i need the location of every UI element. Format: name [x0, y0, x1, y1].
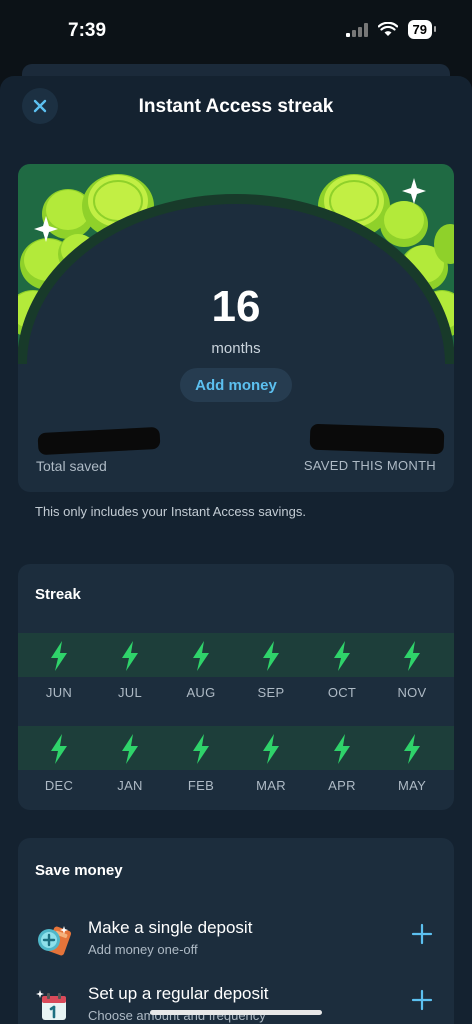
- battery-indicator: 79: [407, 20, 437, 39]
- month-label: AUG: [186, 685, 216, 700]
- lightning-bolt-icon: [334, 734, 350, 764]
- page-title: Instant Access streak: [138, 96, 334, 117]
- month-cell: FEB: [165, 726, 237, 810]
- total-saved-label: Total saved: [36, 458, 107, 474]
- streak-unit: months: [211, 340, 261, 357]
- month-label: APR: [328, 778, 356, 793]
- regular-deposit-option[interactable]: Set up a regular deposit Choose amount a…: [18, 978, 454, 1024]
- cellular-signal-icon: [345, 22, 368, 37]
- month-row: DEC JAN FEB MAR APR MAY: [18, 726, 454, 810]
- month-label: DEC: [44, 778, 74, 793]
- month-cell: JAN: [94, 726, 166, 810]
- month-cell: APR: [306, 726, 378, 810]
- home-indicator[interactable]: [150, 1010, 322, 1015]
- option-subtitle: Add money one-off: [88, 942, 198, 957]
- add-money-button[interactable]: Add money: [180, 368, 292, 402]
- status-icons: 79: [345, 20, 437, 39]
- coins-arch-illustration: [18, 164, 454, 364]
- savings-note: This only includes your Instant Access s…: [35, 504, 306, 519]
- month-label: MAY: [397, 778, 427, 793]
- redacted-total-saved: [37, 426, 161, 456]
- month-cell: NOV: [376, 633, 448, 721]
- streak-count: 16: [211, 282, 261, 331]
- month-cell: MAR: [235, 726, 307, 810]
- lightning-bolt-icon: [404, 734, 420, 764]
- calendar-icon: [36, 990, 66, 1020]
- saved-this-month-label: SAVED THIS MONTH: [303, 458, 436, 473]
- lightning-bolt-icon: [122, 641, 138, 671]
- plus-icon[interactable]: [410, 922, 434, 946]
- lightning-bolt-icon: [334, 641, 350, 671]
- month-cell: MAY: [376, 726, 448, 810]
- streak-card: Streak JUN JUL AUG SEP OCT NOV DEC JAN F…: [18, 564, 454, 810]
- status-time: 7:39: [68, 20, 107, 41]
- status-bar: 7:39 79: [0, 0, 472, 64]
- option-title: Make a single deposit: [88, 918, 253, 937]
- lightning-bolt-icon: [404, 641, 420, 671]
- month-row: JUN JUL AUG SEP OCT NOV: [18, 633, 454, 721]
- save-money-heading: Save money: [35, 862, 123, 879]
- lightning-bolt-icon: [51, 734, 67, 764]
- lightning-bolt-icon: [193, 734, 209, 764]
- option-title: Set up a regular deposit: [88, 984, 269, 1003]
- month-label: JUL: [117, 685, 143, 700]
- month-cell: OCT: [306, 633, 378, 721]
- save-money-card: Save money Make a single deposit Add mon…: [18, 838, 454, 1024]
- lightning-bolt-icon: [193, 641, 209, 671]
- month-cell: DEC: [23, 726, 95, 810]
- month-label: OCT: [327, 685, 357, 700]
- plus-icon[interactable]: [410, 988, 434, 1012]
- month-label: MAR: [256, 778, 286, 793]
- lightning-bolt-icon: [51, 641, 67, 671]
- lightning-bolt-icon: [122, 734, 138, 764]
- single-deposit-option[interactable]: Make a single deposit Add money one-off: [18, 912, 454, 978]
- lightning-bolt-icon: [263, 641, 279, 671]
- wifi-icon: [377, 22, 398, 36]
- redacted-saved-this-month: [309, 423, 445, 455]
- month-cell: AUG: [165, 633, 237, 721]
- month-label: NOV: [397, 685, 427, 700]
- streak-hero-card: 16 months Add money Total saved SAVED TH…: [18, 164, 454, 492]
- single-deposit-icon: [38, 926, 72, 956]
- month-label: JAN: [117, 778, 143, 793]
- streak-sheet: Instant Access streak 16 months Add mone…: [0, 76, 472, 1024]
- month-cell: SEP: [235, 633, 307, 721]
- month-cell: JUN: [23, 633, 95, 721]
- month-label: SEP: [257, 685, 285, 700]
- month-label: JUN: [45, 685, 73, 700]
- month-cell: JUL: [94, 633, 166, 721]
- lightning-bolt-icon: [263, 734, 279, 764]
- month-label: FEB: [187, 778, 215, 793]
- streak-heading: Streak: [35, 586, 81, 603]
